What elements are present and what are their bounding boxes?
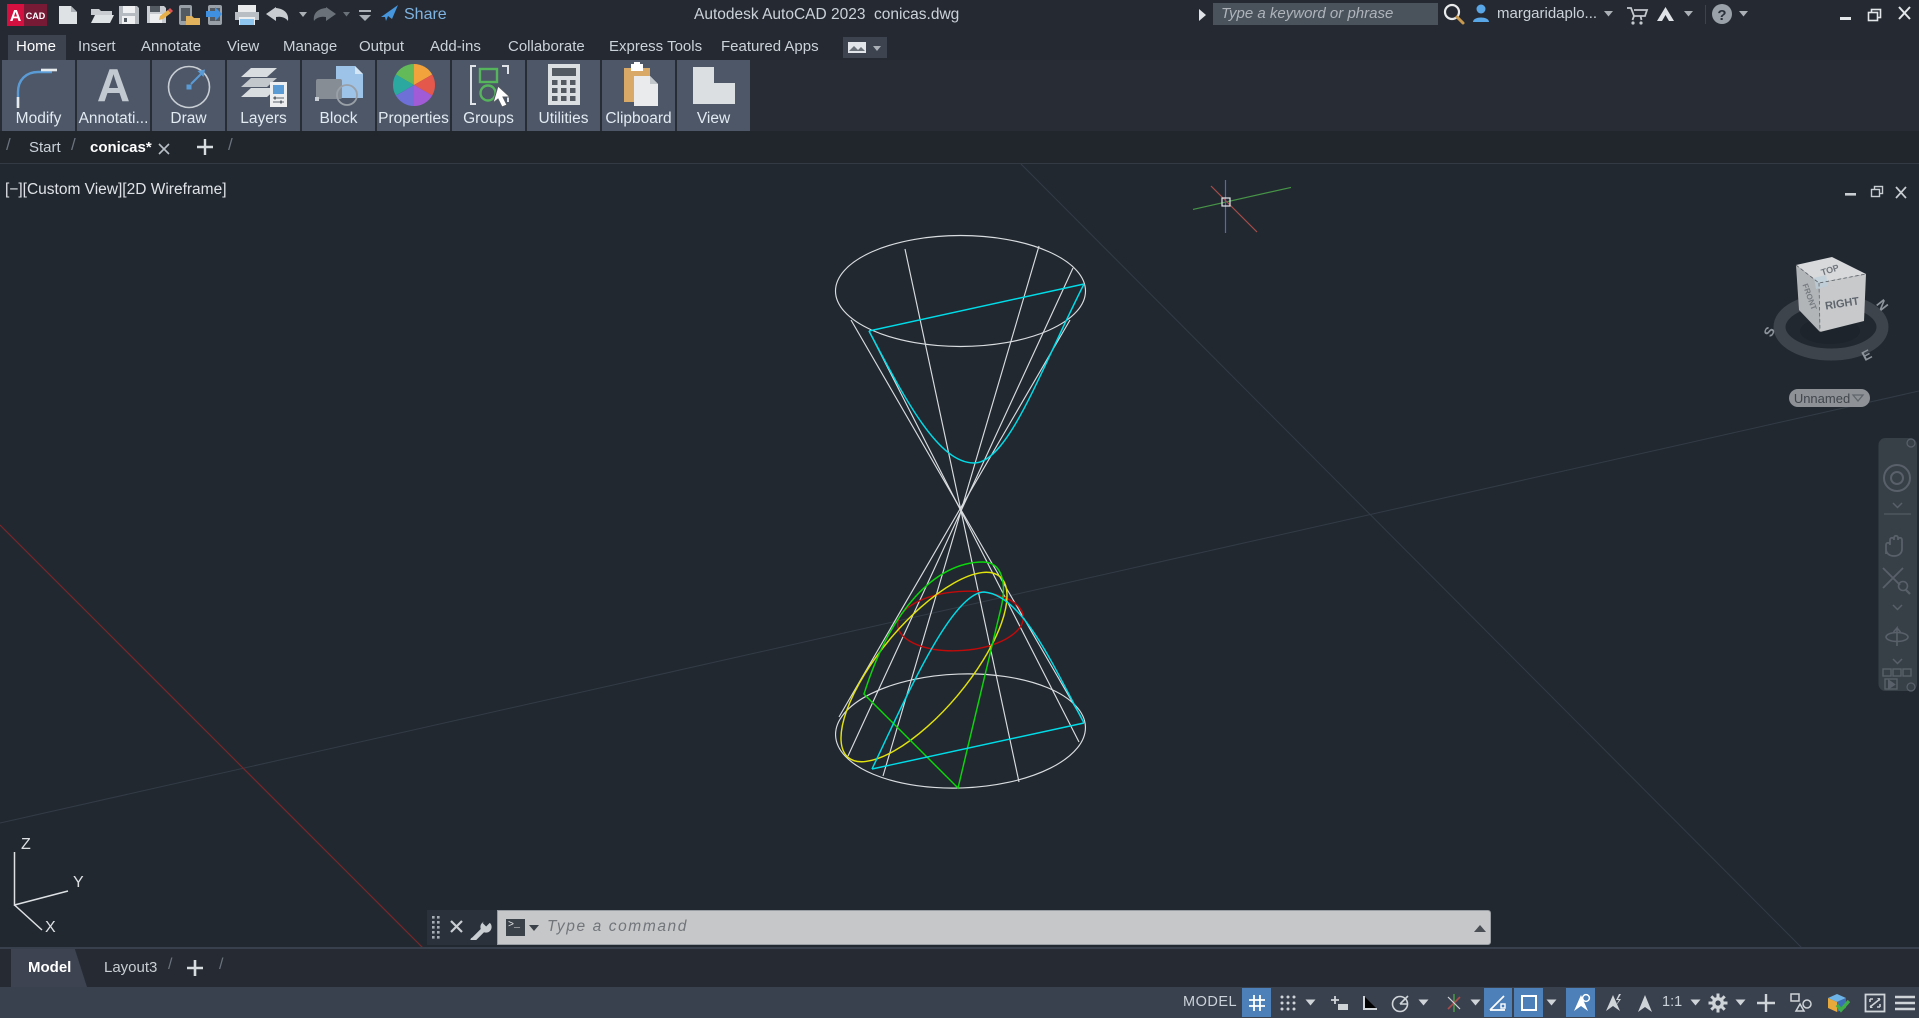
svg-text:?: ? (1717, 7, 1726, 24)
svg-text:X: X (45, 919, 56, 936)
svg-text:Z: Z (21, 836, 31, 853)
svg-text:Y: Y (73, 874, 84, 891)
svg-text:A: A (10, 8, 22, 25)
svg-text:CAD: CAD (26, 11, 46, 21)
svg-text:Unnamed: Unnamed (1794, 391, 1850, 406)
